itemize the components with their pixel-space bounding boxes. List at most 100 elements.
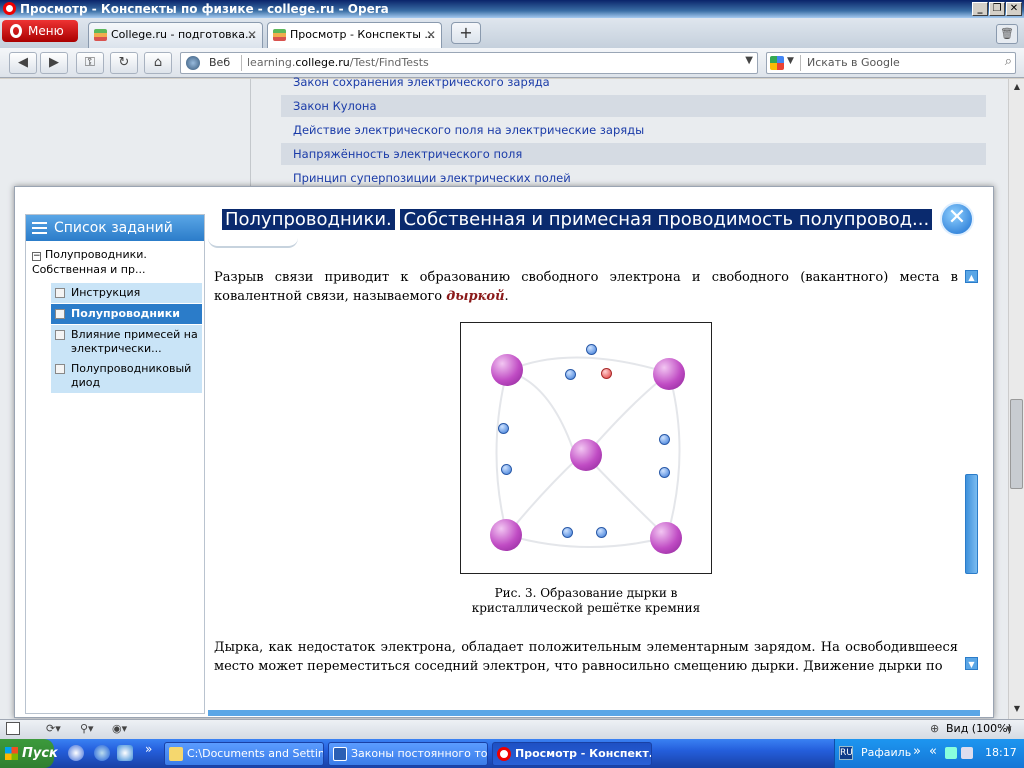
- word-document-icon: [333, 747, 347, 761]
- turbo-icon[interactable]: ◉▾: [112, 722, 127, 735]
- checkbox-icon: [55, 364, 65, 374]
- opera-menu-button[interactable]: Меню: [2, 20, 78, 42]
- opera-logo-icon: [3, 2, 16, 15]
- task-label: C:\Documents and Settin...: [187, 747, 324, 760]
- paragraph-end: .: [504, 289, 509, 304]
- sync-icon[interactable]: ⟳▾: [46, 722, 61, 735]
- zoom-level[interactable]: Вид (100%): [946, 722, 1012, 735]
- restore-button[interactable]: ❐: [989, 2, 1005, 16]
- content-scrollbar[interactable]: ▲ ▼: [963, 268, 979, 672]
- modal-title: Полупроводники. Собственная и примесная …: [222, 208, 933, 232]
- volume-icon[interactable]: [961, 747, 973, 759]
- scroll-up-icon[interactable]: ▲: [1011, 82, 1023, 94]
- back-arrow-icon[interactable]: ◀: [9, 52, 37, 74]
- electron: [659, 467, 670, 478]
- checkbox-icon: [55, 330, 65, 340]
- search-placeholder[interactable]: Искать в Google: [807, 56, 900, 69]
- status-bar: ⟳▾ ⚲▾ ◉▾ ⊕ Вид (100%) ▾: [0, 719, 1024, 739]
- clock: 18:17: [985, 746, 1017, 759]
- page-scrollbar[interactable]: ▲ ▼: [1008, 79, 1024, 719]
- scrollbar-thumb[interactable]: [1010, 399, 1023, 489]
- start-button[interactable]: Пуск: [0, 739, 58, 768]
- electron: [659, 434, 670, 445]
- chevron-right-icon[interactable]: »: [145, 742, 152, 756]
- panel-toggle-icon[interactable]: [6, 722, 20, 735]
- paragraph-text: Разрыв связи приводит к образованию своб…: [214, 270, 958, 304]
- electron: [565, 369, 576, 380]
- modal-close-icon[interactable]: ✕: [940, 202, 974, 236]
- silicon-lattice-figure: [460, 322, 712, 574]
- site-favicon-icon: [273, 29, 286, 41]
- sidebar-item-label: Полупроводники: [71, 307, 180, 320]
- zoom-icon: ⊕: [930, 722, 940, 735]
- key-icon[interactable]: ⚿: [76, 52, 104, 74]
- chevron-down-icon[interactable]: ▼: [787, 56, 794, 66]
- silicon-atom: [650, 522, 682, 554]
- share-icon[interactable]: ⚲▾: [80, 722, 94, 735]
- windows-logo-icon: [5, 747, 18, 760]
- chevron-down-icon[interactable]: ▾: [1006, 722, 1012, 735]
- window-title: Просмотр - Конспекты по физике - college…: [20, 2, 389, 16]
- folder-icon: [169, 747, 183, 761]
- sidebar-item-diode[interactable]: Полупроводниковый диод: [51, 359, 202, 394]
- background-link[interactable]: Закон сохранения электрического заряда: [281, 71, 986, 93]
- web-label: Веб: [209, 56, 231, 69]
- forward-arrow-icon[interactable]: ▶: [40, 52, 68, 74]
- sidebar-header: Список заданий: [26, 215, 204, 241]
- sidebar-item-semiconductors[interactable]: Полупроводники: [51, 304, 202, 325]
- user-name[interactable]: Рафаиль: [861, 746, 911, 759]
- background-link[interactable]: Напряжённость электрического поля: [281, 143, 986, 165]
- tab-close-icon[interactable]: ✕: [426, 23, 436, 47]
- sidebar-item-label: Влияние примесей на электрически...: [71, 328, 198, 355]
- scroll-down-icon[interactable]: ▼: [1011, 704, 1023, 716]
- chevron-right-icon[interactable]: »: [913, 744, 921, 759]
- url-text[interactable]: learning.college.ru/Test/FindTests: [247, 56, 429, 69]
- scroll-up-icon[interactable]: ▲: [965, 270, 978, 283]
- media-player-icon[interactable]: [68, 745, 84, 761]
- sidebar-item-instruction[interactable]: Инструкция: [51, 283, 202, 304]
- chevron-down-icon[interactable]: ▼: [745, 55, 753, 66]
- url-domain: college.ru: [295, 56, 350, 69]
- language-indicator[interactable]: RU: [839, 746, 853, 760]
- sidebar-root-item[interactable]: − Полупроводники. Собственная и пр...: [32, 247, 202, 277]
- silicon-atom: [491, 354, 523, 386]
- sidebar-header-label: Список заданий: [54, 220, 173, 236]
- electron: [596, 527, 607, 538]
- silicon-atom: [653, 358, 685, 390]
- trash-icon[interactable]: 🗑: [996, 24, 1018, 44]
- url-path: /Test/FindTests: [349, 56, 429, 69]
- figure-caption: Рис. 3. Образование дырки в кристалличес…: [471, 586, 701, 615]
- checkbox-icon: [55, 309, 65, 319]
- scrollbar-thumb[interactable]: [965, 474, 978, 574]
- network-icon[interactable]: [945, 747, 957, 759]
- taskbar-item-folder[interactable]: C:\Documents and Settin...: [164, 742, 324, 766]
- taskbar-item-opera[interactable]: Просмотр - Конспект...: [492, 742, 652, 766]
- search-icon[interactable]: ⌕: [1005, 54, 1012, 69]
- outlook-icon[interactable]: [117, 745, 133, 761]
- tab-label: Просмотр - Конспекты ...: [290, 28, 435, 41]
- globe-icon: [186, 56, 200, 70]
- lesson-paragraph-2: Дырка, как недостаток электрона, обладае…: [214, 640, 958, 674]
- internet-explorer-icon[interactable]: [94, 745, 110, 761]
- url-prefix: learning.: [247, 56, 296, 69]
- sidebar-item-impurity-influence[interactable]: Влияние примесей на электрически...: [51, 325, 202, 360]
- modal-title-part1: Полупроводники.: [222, 209, 395, 230]
- tab-college-ru[interactable]: College.ru - подготовка... ✕: [88, 22, 263, 48]
- tab-prosmotr[interactable]: Просмотр - Конспекты ... ✕: [267, 22, 442, 48]
- reload-icon[interactable]: ↻: [110, 52, 138, 74]
- menu-label: Меню: [28, 24, 64, 38]
- home-icon[interactable]: ⌂: [144, 52, 172, 74]
- chevron-left-icon[interactable]: «: [929, 744, 937, 759]
- background-link[interactable]: Закон Кулона: [281, 95, 986, 117]
- minimize-button[interactable]: _: [972, 2, 988, 16]
- close-window-button[interactable]: ✕: [1006, 2, 1022, 16]
- tab-close-icon[interactable]: ✕: [247, 23, 257, 47]
- google-icon[interactable]: [770, 56, 784, 70]
- electron: [586, 344, 597, 355]
- new-tab-button[interactable]: +: [451, 22, 481, 44]
- collapse-icon[interactable]: −: [32, 252, 41, 261]
- tab-label: College.ru - подготовка...: [111, 28, 256, 41]
- scroll-down-icon[interactable]: ▼: [965, 657, 978, 670]
- background-link[interactable]: Действие электрического поля на электрич…: [281, 119, 986, 141]
- taskbar-item-word[interactable]: Законы постоянного то...: [328, 742, 488, 766]
